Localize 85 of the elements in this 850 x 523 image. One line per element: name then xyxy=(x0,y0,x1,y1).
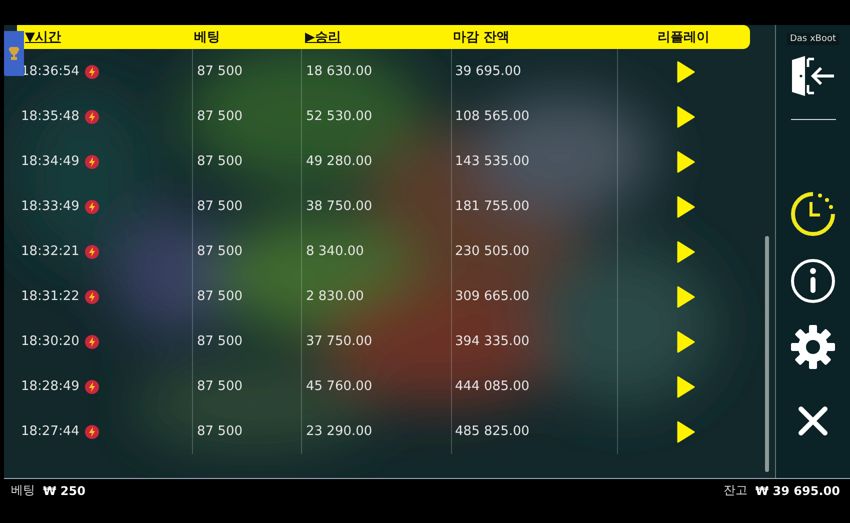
balance-amount: 108 565.00 xyxy=(455,109,530,124)
settings-button[interactable] xyxy=(790,324,836,370)
bet-amount: 87 500 xyxy=(197,109,242,124)
bet-amount: 87 500 xyxy=(197,64,242,79)
win-amount: 23 290.00 xyxy=(306,424,372,439)
play-icon xyxy=(677,286,695,308)
lightning-icon xyxy=(85,64,100,78)
replay-button[interactable] xyxy=(677,420,695,442)
win-amount: 38 750.00 xyxy=(306,199,372,214)
bet-amount: 87 500 xyxy=(197,379,242,394)
bet-amount: 87 500 xyxy=(197,244,242,259)
scrollbar[interactable] xyxy=(765,236,769,472)
replay-button[interactable] xyxy=(677,240,695,262)
door-arrow-icon xyxy=(790,55,836,97)
info-button[interactable] xyxy=(790,258,836,304)
column-header[interactable]: 베팅 xyxy=(194,28,220,46)
win-amount: 8 340.00 xyxy=(306,244,364,259)
lightning-icon xyxy=(85,244,100,258)
win-amount: 52 530.00 xyxy=(306,109,372,124)
time-text: 18:31:22 xyxy=(21,289,80,304)
info-icon xyxy=(790,258,836,304)
lightning-icon xyxy=(85,290,100,304)
clock-icon xyxy=(789,190,837,238)
bet-amount: 87 500 xyxy=(197,424,242,439)
balance-value: ₩ 39 695.00 xyxy=(755,484,840,498)
column-header[interactable]: ▼시간 xyxy=(25,28,61,46)
replay-button[interactable] xyxy=(677,106,695,128)
time-text: 18:35:48 xyxy=(21,109,80,124)
win-amount: 37 750.00 xyxy=(306,334,372,349)
balance-label: 잔고 xyxy=(723,482,748,499)
play-icon xyxy=(677,376,695,398)
bet-label: 베팅 xyxy=(11,482,35,499)
exit-button[interactable] xyxy=(790,55,836,97)
trophy-icon xyxy=(8,46,20,62)
balance-amount: 39 695.00 xyxy=(455,64,522,79)
time-text: 18:30:20 xyxy=(21,334,80,349)
close-button[interactable] xyxy=(798,406,828,436)
replay-button[interactable] xyxy=(677,60,695,82)
play-icon xyxy=(677,150,695,172)
lightning-icon xyxy=(85,380,100,394)
bet-amount: 87 500 xyxy=(197,289,242,304)
balance-amount: 485 825.00 xyxy=(455,424,530,439)
lightning-icon xyxy=(85,200,100,214)
replay-button[interactable] xyxy=(677,376,695,398)
column-header[interactable]: 마감 잔액 xyxy=(453,28,510,46)
history-button[interactable] xyxy=(789,190,837,238)
play-icon xyxy=(677,420,695,442)
lightning-icon xyxy=(85,110,100,124)
bet-amount: 87 500 xyxy=(197,199,242,214)
play-icon xyxy=(677,60,695,82)
time-text: 18:33:49 xyxy=(21,199,80,214)
win-amount: 18 630.00 xyxy=(306,64,372,79)
game-name: Das xBoot xyxy=(786,33,840,45)
bet-amount: 87 500 xyxy=(197,334,242,349)
replay-button[interactable] xyxy=(677,196,695,218)
bet-value: ₩ 250 xyxy=(43,484,86,498)
win-amount: 2 830.00 xyxy=(306,289,364,304)
time-text: 18:32:21 xyxy=(21,244,80,259)
balance-amount: 394 335.00 xyxy=(455,334,530,349)
play-icon xyxy=(677,240,695,262)
play-icon xyxy=(677,106,695,128)
replay-button[interactable] xyxy=(677,150,695,172)
win-amount: 45 760.00 xyxy=(306,379,372,394)
balance-amount: 309 665.00 xyxy=(455,289,530,304)
time-text: 18:36:54 xyxy=(21,64,80,79)
replay-button[interactable] xyxy=(677,286,695,308)
balance-amount: 444 085.00 xyxy=(455,379,530,394)
column-header[interactable]: 리플레이 xyxy=(658,28,710,46)
gear-icon xyxy=(790,324,836,370)
win-amount: 49 280.00 xyxy=(306,154,372,169)
play-icon xyxy=(677,196,695,218)
lightning-icon xyxy=(85,334,100,348)
lightning-icon xyxy=(85,424,100,438)
balance-amount: 181 755.00 xyxy=(455,199,530,214)
time-text: 18:28:49 xyxy=(21,379,80,394)
time-text: 18:34:49 xyxy=(21,154,80,169)
column-header[interactable]: ▶승리 xyxy=(305,28,341,46)
close-icon xyxy=(798,406,828,436)
bet-amount: 87 500 xyxy=(197,154,242,169)
time-text: 18:27:44 xyxy=(21,424,80,439)
replay-button[interactable] xyxy=(677,330,695,352)
balance-amount: 143 535.00 xyxy=(455,154,530,169)
play-icon xyxy=(677,330,695,352)
balance-amount: 230 505.00 xyxy=(455,244,530,259)
lightning-icon xyxy=(85,154,100,168)
